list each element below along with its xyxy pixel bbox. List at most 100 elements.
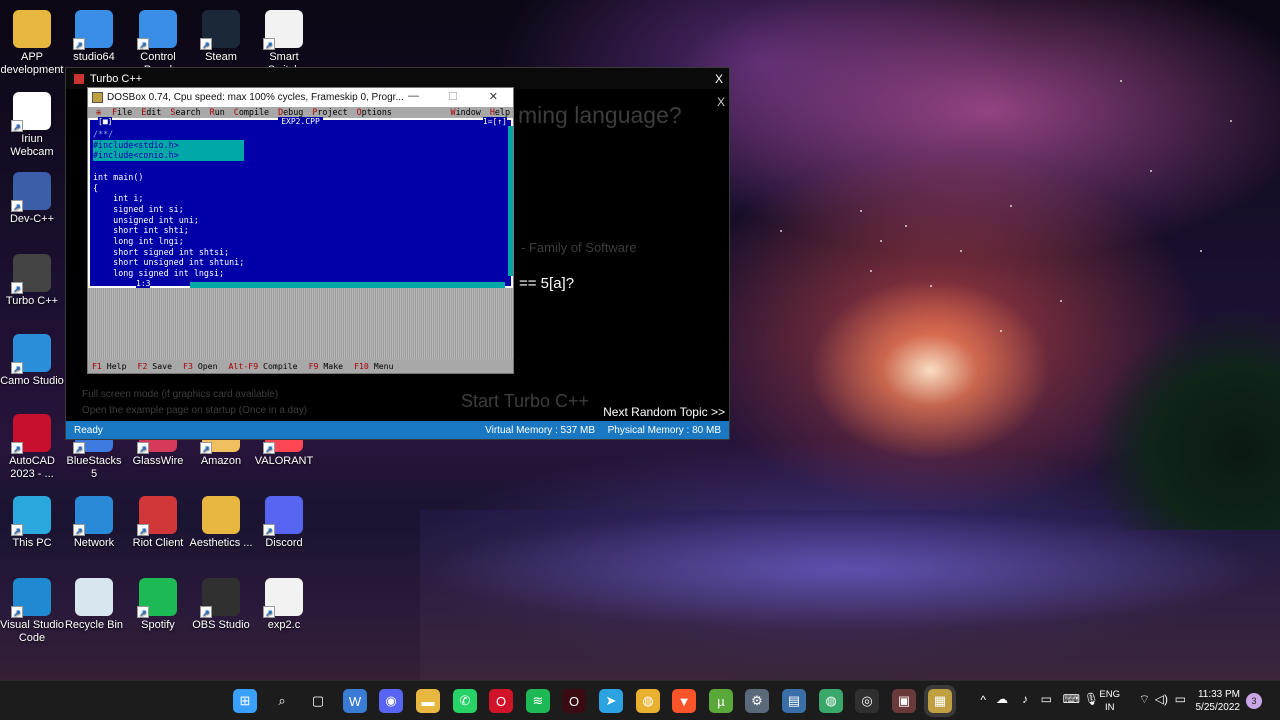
- desktop-icon[interactable]: ↗ Iriun Webcam: [0, 88, 64, 159]
- speaker-tray-icon[interactable]: ♪: [1022, 692, 1028, 706]
- tray-chevron-icon[interactable]: ^: [980, 693, 986, 707]
- dosbox-title: DOSBox 0.74, Cpu speed: max 100% cycles,…: [107, 92, 404, 103]
- status-shortcut[interactable]: F3 Open: [183, 361, 218, 371]
- code-line: signed int si;: [93, 203, 184, 214]
- status-shortcut[interactable]: F10 Menu: [354, 361, 393, 371]
- desktop-icon[interactable]: ↗ Discord: [252, 492, 316, 550]
- desktop-icon[interactable]: ↗ Steam: [189, 6, 253, 64]
- chrome-icon[interactable]: ◍: [636, 689, 660, 713]
- task-view-icon[interactable]: ▢: [306, 689, 330, 713]
- code-line: long signed int lngsi;: [93, 268, 225, 279]
- desktop-icon[interactable]: ↗ Network: [62, 492, 126, 550]
- file-explorer-icon[interactable]: ▬: [416, 689, 440, 713]
- torrent-icon[interactable]: µ: [709, 689, 733, 713]
- launcher-close-button[interactable]: X: [715, 72, 723, 86]
- status-shortcut[interactable]: F9 Make: [309, 361, 344, 371]
- code-editor[interactable]: [■] EXP2.CPP 1=[↑] /**/#include<stdio.h>…: [88, 117, 513, 290]
- desktop-icon[interactable]: Recycle Bin: [62, 574, 126, 632]
- shortcut-arrow-icon: ↗: [137, 442, 149, 454]
- desktop-icon-label: Riot Client: [132, 537, 184, 549]
- widgets-icon[interactable]: W: [343, 689, 367, 713]
- discord-taskbar-icon[interactable]: ◉: [379, 689, 403, 713]
- launcher-inner-close-button[interactable]: X: [717, 95, 725, 109]
- desktop-icon[interactable]: ↗ Turbo C++: [0, 250, 64, 308]
- code-text[interactable]: /**/#include<stdio.h> #include<conio.h> i…: [93, 129, 245, 279]
- brave-icon[interactable]: ▼: [672, 689, 696, 713]
- desktop-icon[interactable]: ↗ Visual Studio Code: [0, 574, 64, 645]
- status-key: F2: [137, 361, 148, 371]
- desktop-icon[interactable]: ↗ exp2.c: [252, 574, 316, 632]
- code-line: long int lngi;: [93, 236, 184, 247]
- whatsapp-icon[interactable]: ✆: [453, 689, 477, 713]
- file-icon: ↗: [263, 10, 303, 50]
- file-icon: ↗: [263, 578, 303, 618]
- settings-icon[interactable]: ⚙: [745, 689, 769, 713]
- desktop-icon[interactable]: ↗ studio64: [62, 6, 126, 64]
- microphone-icon[interactable]: 🎙: [1084, 692, 1099, 706]
- desktop-icon-label: Dev-C++: [9, 213, 55, 225]
- onedrive-icon[interactable]: ☁: [996, 692, 1008, 706]
- desktop-icon-label: OBS Studio: [192, 619, 250, 631]
- volume-icon[interactable]: ◁): [1155, 692, 1168, 706]
- vertical-scrollbar[interactable]: [508, 126, 513, 276]
- code-line: short unsigned int shtuni;: [93, 257, 245, 268]
- code-line: {: [93, 182, 99, 193]
- chrome-canary-icon[interactable]: ◍: [819, 689, 843, 713]
- launcher-status-bar: Ready Virtual Memory : 537 MB Physical M…: [66, 421, 729, 439]
- desktop-icon[interactable]: ↗ AutoCAD 2023 - ...: [0, 410, 64, 481]
- telegram-icon[interactable]: ➤: [599, 689, 623, 713]
- next-random-topic-link[interactable]: Next Random Topic >>: [603, 405, 725, 419]
- opera-gx-icon[interactable]: O: [562, 689, 586, 713]
- dosbox-icon: [92, 92, 103, 103]
- start-icon[interactable]: ⊞: [233, 689, 257, 713]
- close-button[interactable]: ✕: [489, 90, 498, 103]
- battery-icon[interactable]: ▭: [1175, 692, 1186, 706]
- desktop-icon-label: Network: [73, 537, 115, 549]
- wifi-icon[interactable]: ⌔: [1139, 692, 1150, 707]
- editor-window-number[interactable]: 1=[↑]: [482, 117, 507, 128]
- desktop-icon[interactable]: ↗ OBS Studio: [189, 574, 253, 632]
- ghost-start-button: Start Turbo C++: [461, 391, 590, 411]
- desktop-icon-label: Amazon: [200, 455, 242, 467]
- region-code: IN: [1104, 702, 1115, 713]
- desktop-icon[interactable]: ↗ Riot Client: [126, 492, 190, 550]
- dosbox-window[interactable]: DOSBox 0.74, Cpu speed: max 100% cycles,…: [87, 87, 514, 374]
- desktop-icon[interactable]: APP development: [0, 6, 64, 77]
- status-shortcut[interactable]: F2 Save: [138, 361, 173, 371]
- status-shortcut[interactable]: Alt-F9 Compile: [229, 361, 298, 371]
- shortcut-arrow-icon: ↗: [11, 120, 23, 132]
- shortcut-arrow-icon: ↗: [11, 524, 23, 536]
- spotify-taskbar-icon[interactable]: ≋: [526, 689, 550, 713]
- desktop-icon[interactable]: Aesthetics ...: [189, 492, 253, 550]
- editor-filename: EXP2.CPP: [278, 117, 323, 126]
- launcher-titlebar[interactable]: Turbo C++ X: [66, 68, 729, 89]
- obs-taskbar-icon[interactable]: ◎: [855, 689, 879, 713]
- maximize-button[interactable]: ☐: [448, 90, 458, 103]
- wallpaper-hill: [1090, 300, 1280, 530]
- desktop-icon[interactable]: ↗ This PC: [0, 492, 64, 550]
- keyboard-icon[interactable]: ⌨: [1063, 692, 1080, 706]
- dosbox-taskbar-icon[interactable]: ▦: [928, 689, 952, 713]
- status-key: F3: [183, 361, 193, 371]
- shortcut-arrow-icon: ↗: [200, 38, 212, 50]
- desktop-icon[interactable]: ↗ Spotify: [126, 574, 190, 632]
- notification-badge[interactable]: 3: [1246, 693, 1262, 709]
- minimize-button[interactable]: —: [408, 90, 419, 102]
- clock[interactable]: 11:33 PM 5/25/2022: [1196, 688, 1241, 714]
- desktop-icon[interactable]: ↗ Camo Studio: [0, 330, 64, 388]
- task-manager-icon[interactable]: ▤: [782, 689, 806, 713]
- media-icon[interactable]: ▣: [892, 689, 916, 713]
- virtual-memory: Virtual Memory : 537 MB: [485, 424, 595, 436]
- status-shortcut[interactable]: F1 Help: [92, 361, 127, 371]
- desktop-icon[interactable]: ↗ Dev-C++: [0, 168, 64, 226]
- battery-tray-icon[interactable]: ▭: [1041, 692, 1052, 706]
- language-indicator[interactable]: ENG IN: [1099, 688, 1120, 714]
- search-icon[interactable]: ⌕: [270, 689, 294, 713]
- shortcut-arrow-icon: ↗: [11, 606, 23, 618]
- status-key: F9: [308, 361, 319, 371]
- opera-icon[interactable]: O: [489, 689, 513, 713]
- autocad-icon: ↗: [11, 414, 51, 454]
- dosbox-titlebar[interactable]: DOSBox 0.74, Cpu speed: max 100% cycles,…: [88, 88, 513, 107]
- status-label: Make: [318, 361, 344, 371]
